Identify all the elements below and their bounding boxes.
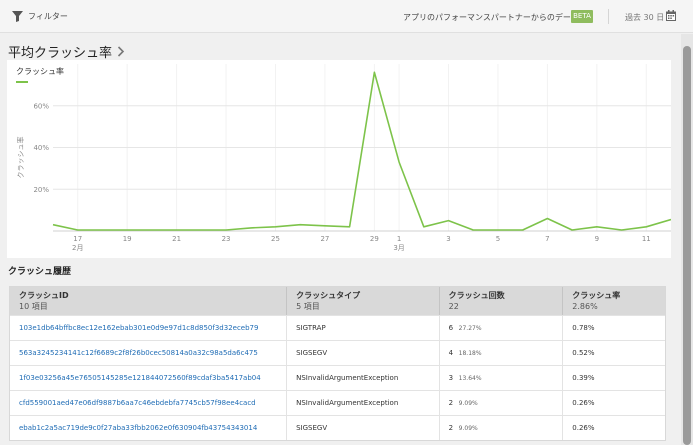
- date-range-label[interactable]: 過去 30 日: [625, 12, 664, 23]
- x-tick-label: 1: [397, 235, 401, 243]
- crash-id-link[interactable]: cfd559001aed47e06df9887b6aa7c46ebdebfa77…: [10, 391, 288, 415]
- column-summary: 10 項目: [19, 302, 48, 311]
- y-tick-label: 60%: [33, 102, 49, 110]
- column-header-crash-rate[interactable]: クラッシュ率 2.86%: [563, 287, 665, 315]
- column-header-crash-type[interactable]: クラッシュタイプ 5 項目: [287, 287, 440, 315]
- filter-icon: [12, 11, 23, 22]
- crash-rate: 0.26%: [572, 399, 595, 407]
- crash-rate-chart-panel: クラッシュ率 20% 40% 60% クラッシュ率 17 19 21 23 25 27 29 1 3 5 7…: [7, 60, 671, 258]
- crash-count-cell: 3 13.64%: [440, 366, 564, 390]
- main-content: 平均クラッシュ率 クラッシュ率 20% 40% 60% クラッシュ率 17 19 21 23 2…: [0, 34, 681, 445]
- crash-type: NSInvalidArgumentException: [287, 366, 440, 390]
- crash-share: 13.64%: [458, 375, 482, 382]
- crash-type: NSInvalidArgumentException: [287, 391, 440, 415]
- crash-rate-section-header[interactable]: 平均クラッシュ率: [8, 42, 125, 61]
- crash-rate: 0.26%: [572, 424, 595, 432]
- table-row[interactable]: 103e1db64bffbc8ec12e162ebab301e0d9e97d1c…: [10, 315, 665, 340]
- x-month-label: 3月: [393, 244, 404, 252]
- crash-history-table: クラッシュID 10 項目 クラッシュタイプ 5 項目 クラッシュ回数 22 ク…: [9, 286, 666, 441]
- column-header-crash-count[interactable]: クラッシュ回数 22: [440, 287, 564, 315]
- column-summary: 5 項目: [296, 302, 320, 311]
- crash-share: 27.27%: [458, 325, 482, 332]
- x-tick-label: 23: [222, 235, 231, 243]
- y-axis-label: クラッシュ率: [16, 137, 25, 179]
- beta-badge: BETA: [571, 10, 593, 23]
- x-tick-label: 25: [271, 235, 280, 243]
- table-row[interactable]: 1f03e03256a45e76505145285e121844072560f8…: [10, 365, 665, 390]
- column-title: クラッシュ率: [572, 291, 621, 300]
- column-summary: 2.86%: [572, 302, 598, 311]
- toolbar: フィルター アプリのパフォーマンスパートナーからのデータ BETA 過去 30 …: [0, 0, 693, 33]
- column-title: クラッシュタイプ: [296, 291, 361, 300]
- crash-id-link[interactable]: ebab1c2a5ac719de9c0f27aba33fbb2062e0f630…: [10, 416, 288, 440]
- crash-count: 2: [448, 424, 454, 432]
- crash-count: 6: [448, 324, 454, 332]
- column-header-crash-id[interactable]: クラッシュID 10 項目: [10, 287, 288, 315]
- crash-count-cell: 2 9.09%: [440, 391, 564, 415]
- crash-type: SIGSEGV: [287, 341, 440, 365]
- table-row[interactable]: cfd559001aed47e06df9887b6aa7c46ebdebfa77…: [10, 390, 665, 415]
- scrollbar-thumb[interactable]: [683, 46, 691, 445]
- crash-type: SIGTRAP: [287, 316, 440, 340]
- crash-count: 2: [448, 399, 454, 407]
- x-tick-label: 17: [73, 235, 82, 243]
- column-title: クラッシュ回数: [448, 291, 505, 300]
- crash-id-link[interactable]: 1f03e03256a45e76505145285e121844072560f8…: [10, 366, 288, 390]
- y-tick-label: 40%: [33, 144, 49, 152]
- crash-id-link[interactable]: 103e1db64bffbc8ec12e162ebab301e0d9e97d1c…: [10, 316, 288, 340]
- y-tick-label: 20%: [33, 186, 49, 194]
- filter-button[interactable]: フィルター: [12, 11, 68, 22]
- crash-rate-line-chart: 20% 40% 60% クラッシュ率 17 19 21 23 25 27 29 1 3 5 7 9 11 2月 3月: [16, 64, 671, 252]
- filter-label: フィルター: [28, 12, 68, 21]
- crash-rate: 0.39%: [572, 374, 595, 382]
- toolbar-divider: [608, 9, 609, 24]
- crash-count: 3: [448, 374, 454, 382]
- x-tick-label: 19: [123, 235, 132, 243]
- table-header: クラッシュID 10 項目 クラッシュタイプ 5 項目 クラッシュ回数 22 ク…: [10, 287, 665, 315]
- crash-count-cell: 2 9.09%: [440, 416, 564, 440]
- x-tick-label: 7: [545, 235, 549, 243]
- crash-share: 18.18%: [458, 350, 482, 357]
- crash-type: SIGSEGV: [287, 416, 440, 440]
- chevron-right-icon: [117, 46, 125, 57]
- x-tick-label: 11: [642, 235, 651, 243]
- crash-count-cell: 4 18.18%: [440, 341, 564, 365]
- table-row[interactable]: ebab1c2a5ac719de9c0f27aba33fbb2062e0f630…: [10, 415, 665, 440]
- crash-rate-series-line: [52, 71, 671, 231]
- crash-id-link[interactable]: 563a3245234141c12f6689c2f8f26b0cec50814a…: [10, 341, 288, 365]
- x-tick-label: 9: [595, 235, 599, 243]
- x-tick-label: 29: [370, 235, 379, 243]
- column-title: クラッシュID: [19, 291, 69, 300]
- vertical-scrollbar[interactable]: [681, 34, 693, 445]
- crash-count-cell: 6 27.27%: [440, 316, 564, 340]
- calendar-icon[interactable]: [666, 10, 676, 21]
- x-tick-label: 21: [172, 235, 181, 243]
- x-month-label: 2月: [72, 244, 83, 252]
- x-tick-label: 5: [496, 235, 500, 243]
- crash-share: 9.09%: [458, 400, 478, 407]
- x-tick-label: 3: [446, 235, 450, 243]
- crash-share: 9.09%: [458, 425, 478, 432]
- crash-count: 4: [448, 349, 454, 357]
- x-tick-label: 27: [320, 235, 329, 243]
- crash-history-title: クラッシュ履歴: [8, 267, 72, 277]
- crash-rate: 0.78%: [572, 324, 595, 332]
- table-row[interactable]: 563a3245234141c12f6689c2f8f26b0cec50814a…: [10, 340, 665, 365]
- crash-rate: 0.52%: [572, 349, 595, 357]
- partner-data-label: アプリのパフォーマンスパートナーからのデータ: [403, 13, 579, 22]
- page-title: 平均クラッシュ率: [8, 46, 113, 61]
- column-summary: 22: [448, 302, 459, 311]
